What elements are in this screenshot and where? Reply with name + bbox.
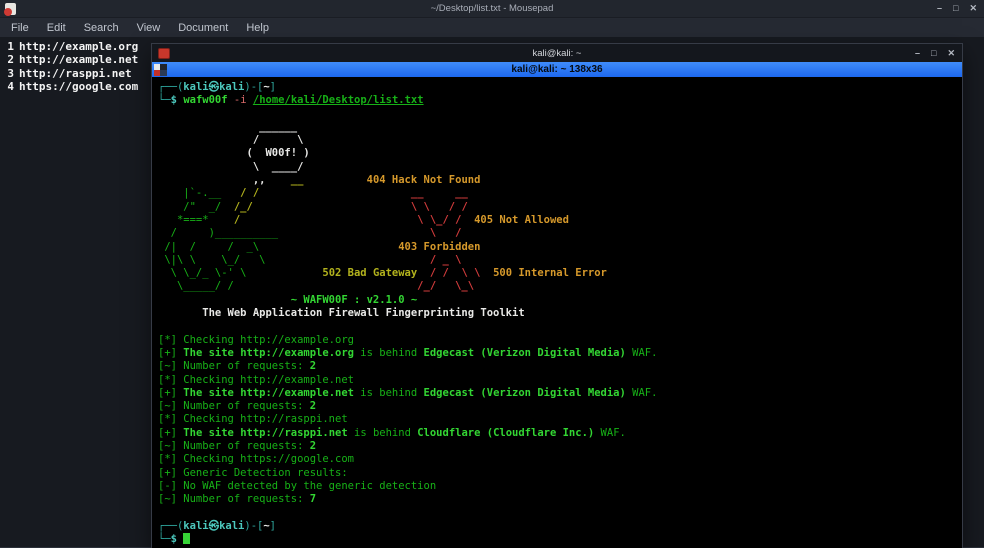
terminal-line: [~] Number of requests: 7 <box>158 493 317 506</box>
terminal-line: ( W00f! ) <box>158 147 310 160</box>
editor-line-text: http://example.org <box>19 40 139 53</box>
terminal-cursor <box>183 533 190 545</box>
menu-item-document[interactable]: Document <box>169 20 237 36</box>
editor-line-text: https://google.com <box>19 80 139 94</box>
close-button[interactable]: ✕ <box>947 48 955 58</box>
minimize-button[interactable]: – <box>937 4 942 13</box>
menu-item-edit[interactable]: Edit <box>38 20 75 36</box>
terminal-line: [*] Checking http://rasppi.net <box>158 413 348 426</box>
terminal-window-controls: – □ ✕ <box>915 44 955 62</box>
terminal-line: \ ____/ <box>158 160 304 173</box>
line-number: 3 <box>7 66 14 80</box>
close-button[interactable]: ✕ <box>969 4 977 13</box>
terminal-title: kali@kali: ~ <box>532 47 582 59</box>
mousepad-title: ~/Desktop/list.txt - Mousepad <box>430 3 554 14</box>
terminal-line: [+] The site http://example.org is behin… <box>158 346 658 359</box>
terminal-line: \ \_/_ \-' \ 502 Bad Gateway / / \ \ 500… <box>158 267 607 280</box>
terminal-line: [~] Number of requests: 2 <box>158 360 317 373</box>
terminal-line: \_____/ / /_/ \_\ <box>158 280 475 293</box>
mousepad-menubar: File Edit Search View Document Help <box>0 18 984 37</box>
terminal-window: kali@kali: ~ – □ ✕ kali@kali: ~ 138x36 ┌… <box>152 44 962 548</box>
terminal-line: ┌──(kali㉿kali)-[~] <box>158 519 276 532</box>
terminal-tab-icon <box>154 63 167 76</box>
mousepad-titlebar[interactable]: ~/Desktop/list.txt - Mousepad – □ ✕ <box>0 0 984 18</box>
editor-line-text: http://example.net <box>19 53 139 67</box>
terminal-line: *===* / \ \_/ / 405 Not Allowed <box>158 213 569 226</box>
editor-line-text: http://rasppi.net <box>19 66 132 80</box>
terminal-line: [*] Checking https://google.com <box>158 453 354 466</box>
minimize-button[interactable]: – <box>915 48 920 58</box>
terminal-tab-title: kali@kali: ~ 138x36 <box>511 64 603 75</box>
terminal-app-icon <box>158 47 170 59</box>
terminal-line: ~ WAFW00F : v2.1.0 ~ <box>158 293 418 306</box>
terminal-titlebar[interactable]: kali@kali: ~ – □ ✕ <box>152 44 962 62</box>
menu-item-file[interactable]: File <box>2 20 38 36</box>
terminal-line: / \ <box>158 134 304 147</box>
terminal-line: [~] Number of requests: 2 <box>158 400 317 413</box>
terminal-screen[interactable]: ┌──(kali㉿kali)-[~] └─$ wafw00f -i /home/k… <box>152 77 962 548</box>
terminal-line: [-] No WAF detected by the generic detec… <box>158 479 437 492</box>
terminal-line: /| / / _\ 403 Forbidden <box>158 240 481 253</box>
terminal-line: ______ <box>158 120 298 133</box>
maximize-button[interactable]: □ <box>953 4 958 13</box>
terminal-line: /" _/ /_/ \ \ / / <box>158 200 468 213</box>
terminal-line: \|\ \ \_/ \ / _ \ <box>158 253 462 266</box>
line-number: 1 <box>7 40 14 53</box>
mousepad-app-icon <box>4 2 16 16</box>
terminal-line: [+] The site http://example.net is behin… <box>158 386 658 399</box>
terminal-line: [~] Number of requests: 2 <box>158 440 317 453</box>
terminal-line: [*] Checking http://example.org <box>158 333 354 346</box>
terminal-line: └─$ <box>158 533 962 546</box>
menu-item-help[interactable]: Help <box>237 20 278 36</box>
terminal-line: ┌──(kali㉿kali)-[~] <box>158 81 276 93</box>
line-number: 2 <box>7 53 14 67</box>
terminal-line: [*] Checking http://example.net <box>158 373 354 386</box>
terminal-line: [+] Generic Detection results: <box>158 466 348 479</box>
mousepad-window-controls: – □ ✕ <box>937 0 977 17</box>
terminal-line: / )__________ \ / <box>158 227 462 240</box>
terminal-line: ,, __ 404 Hack Not Found <box>158 174 481 187</box>
terminal-tab-bar[interactable]: kali@kali: ~ 138x36 <box>152 62 962 77</box>
terminal-line: └─$ wafw00f -i /home/kali/Desktop/list.t… <box>158 94 424 107</box>
terminal-line: The Web Application Firewall Fingerprint… <box>158 307 525 320</box>
menu-item-search[interactable]: Search <box>75 20 128 36</box>
terminal-line: [+] The site http://rasppi.net is behind… <box>158 426 626 439</box>
menu-item-view[interactable]: View <box>128 20 170 36</box>
line-number: 4 <box>7 80 14 94</box>
terminal-line: |`-.__ / / __ __ <box>158 187 468 200</box>
maximize-button[interactable]: □ <box>931 48 936 58</box>
